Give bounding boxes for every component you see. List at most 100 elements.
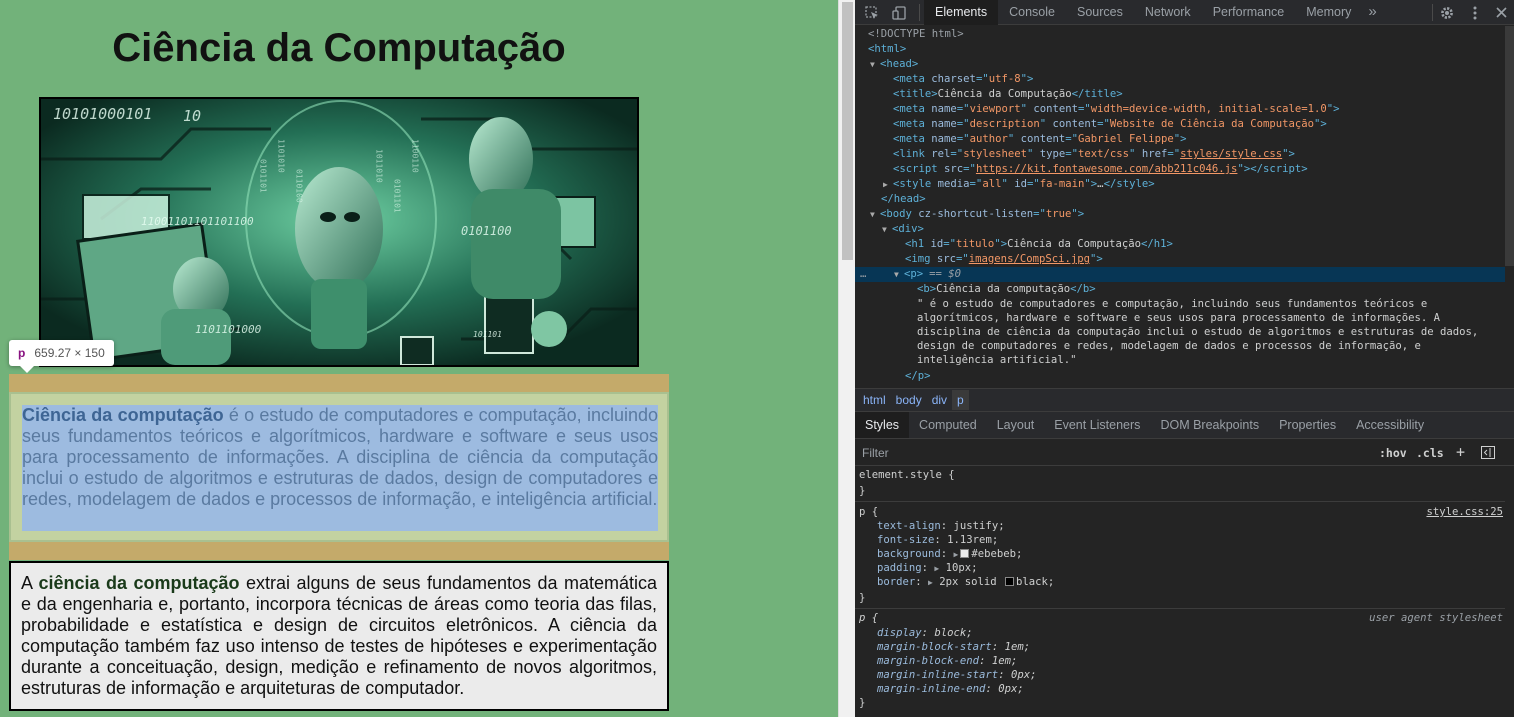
styles-rules: element.style { } p { style.css:25 text-… <box>855 467 1514 717</box>
dom-tree-scrollbar[interactable] <box>1505 26 1514 266</box>
expand-triangle-icon[interactable]: ▼ <box>882 222 892 237</box>
inspect-tooltip: p 659.27 × 150 <box>9 340 114 366</box>
img-src-link[interactable]: imagens/CompSci.jpg <box>969 253 1090 265</box>
expand-triangle-icon[interactable]: ▼ <box>870 207 880 222</box>
dom-line-head-close[interactable]: </head> <box>855 192 1505 207</box>
tooltip-dimensions: 659.27 × 150 <box>34 346 105 360</box>
breadcrumb-body[interactable]: body <box>891 390 927 410</box>
svg-text:1100110: 1100110 <box>411 139 420 173</box>
dom-line-b[interactable]: <b>Ciência da computação</b> <box>855 282 1505 297</box>
dom-line-h1[interactable]: <h1 id="titulo">Ciência da Computação</h… <box>855 237 1505 252</box>
color-swatch[interactable] <box>1005 577 1015 586</box>
decl-padding[interactable]: padding: ▶ 10px; <box>877 561 978 575</box>
dom-line-title[interactable]: <title>Ciência da Computação</title> <box>855 87 1505 102</box>
dom-line-html[interactable]: <html> <box>855 42 1505 57</box>
page-scrollbar-thumb[interactable] <box>842 2 853 260</box>
tab-layout[interactable]: Layout <box>987 412 1045 438</box>
close-icon[interactable] <box>1493 4 1510 21</box>
p-selector: p { <box>859 506 879 518</box>
tab-styles[interactable]: Styles <box>855 412 910 438</box>
tooltip-tag: p <box>18 346 26 360</box>
device-toolbar-icon[interactable] <box>890 4 907 21</box>
ellipsis-icon[interactable]: … <box>860 267 894 282</box>
dom-line-style[interactable]: ▶ <style media="all" id="fa-main">…</styl… <box>855 177 1505 192</box>
expand-triangle-icon[interactable]: ▼ <box>870 57 880 72</box>
tab-elements[interactable]: Elements <box>924 0 999 25</box>
decl-text-align[interactable]: text-align: justify; <box>877 519 1005 533</box>
script-link[interactable]: https://kit.fontawesome.com/abb211c046.j… <box>976 163 1238 175</box>
more-options-icon[interactable] <box>1466 4 1483 21</box>
expand-arrow-icon[interactable]: ▶ <box>934 564 939 573</box>
dom-line-text-4[interactable]: design de computadores e redes, modelage… <box>855 339 1505 353</box>
breadcrumb-p[interactable]: p <box>952 390 969 410</box>
dom-line-div[interactable]: ▼ <div> <box>855 222 1505 237</box>
breadcrumb-html[interactable]: html <box>858 390 891 410</box>
collapse-triangle-icon[interactable]: ▶ <box>883 177 893 192</box>
tab-console[interactable]: Console <box>998 0 1066 25</box>
expand-arrow-icon[interactable]: ▶ <box>928 578 933 587</box>
cls-button[interactable]: .cls <box>1416 446 1444 460</box>
page-scrollbar[interactable] <box>838 0 855 717</box>
rule-element-style[interactable]: element.style { } <box>855 467 1505 502</box>
settings-gear-icon[interactable] <box>1438 4 1455 21</box>
breadcrumb-div[interactable]: div <box>927 390 952 410</box>
styles-filter-input[interactable] <box>859 444 1369 462</box>
dom-line-img[interactable]: <img src="imagens/CompSci.jpg"> <box>855 252 1505 267</box>
paragraph-2-bold: ciência da computação <box>38 573 240 593</box>
tab-properties[interactable]: Properties <box>1269 412 1346 438</box>
svg-text:1011010: 1011010 <box>375 149 384 183</box>
dom-line-body[interactable]: ▼ <body cz-shortcut-listen="true"> <box>855 207 1505 222</box>
toolbar-divider-right <box>1432 4 1433 21</box>
dom-line-head[interactable]: ▼ <head> <box>855 57 1505 72</box>
color-swatch[interactable] <box>960 549 970 558</box>
dom-line-link[interactable]: <link rel="stylesheet" type="text/css" h… <box>855 147 1505 162</box>
dom-line-text-5[interactable]: inteligência artificial." <box>855 353 1505 367</box>
dom-line-meta-author[interactable]: <meta name="author" content="Gabriel Fel… <box>855 132 1505 147</box>
dom-line-p-close[interactable]: </p> <box>855 369 1505 384</box>
dom-tree[interactable]: <!DOCTYPE html> <html> ▼ <head> <meta cha… <box>855 26 1514 388</box>
dom-line-meta-viewport[interactable]: <meta name="viewport" content="width=dev… <box>855 102 1505 117</box>
toolbar-divider <box>919 4 920 21</box>
dom-line-text-2[interactable]: algorítmicos, hardware e software e seus… <box>855 311 1505 325</box>
ua-decl-margin-block-start: margin-block-start: 1em; <box>877 641 1031 653</box>
doctype-text: <!DOCTYPE html> <box>868 28 964 40</box>
margin-highlight-bottom <box>9 542 669 560</box>
dom-line-text-3[interactable]: disciplina de ciência da computação incl… <box>855 325 1505 339</box>
decl-background[interactable]: background: ▶ #ebebeb; <box>877 547 1022 561</box>
decl-font-size[interactable]: font-size: 1.13rem; <box>877 533 998 547</box>
expand-arrow-icon[interactable]: ▶ <box>954 550 959 559</box>
hero-binary-6: 101101 <box>473 330 502 339</box>
rule-p-stylesheet[interactable]: p { style.css:25 text-align: justify; fo… <box>855 503 1505 609</box>
tab-performance[interactable]: Performance <box>1202 0 1296 25</box>
dom-line-doctype[interactable]: <!DOCTYPE html> <box>855 27 1505 42</box>
tab-dom-breakpoints[interactable]: DOM Breakpoints <box>1150 412 1269 438</box>
hero-binary-5: 1101101000 <box>195 323 262 336</box>
more-tabs-button[interactable]: » <box>1362 0 1382 25</box>
tab-network[interactable]: Network <box>1134 0 1202 25</box>
dom-line-meta-description[interactable]: <meta name="description" content="Websit… <box>855 117 1505 132</box>
paragraph-1-bold: Ciência da computação <box>22 405 224 425</box>
inspect-element-icon[interactable] <box>863 4 880 21</box>
dom-line-p-selected[interactable]: … ▼ <p> == $0 <box>855 267 1505 282</box>
paragraph-2-box: A ciência da computação extrai alguns de… <box>9 561 669 711</box>
tab-accessibility[interactable]: Accessibility <box>1346 412 1434 438</box>
hov-button[interactable]: :hov <box>1379 446 1407 460</box>
highlighted-paragraph[interactable]: Ciência da computação é o estudo de comp… <box>9 392 669 542</box>
tab-sources[interactable]: Sources <box>1066 0 1134 25</box>
stylesheet-link[interactable]: styles/style.css <box>1180 148 1282 160</box>
expand-triangle-icon[interactable]: ▼ <box>894 267 904 282</box>
tab-memory[interactable]: Memory <box>1295 0 1362 25</box>
ua-decl-margin-block-end: margin-block-end: 1em; <box>877 655 1018 667</box>
dom-line-script[interactable]: <script src="https://kit.fontawesome.com… <box>855 162 1505 177</box>
hero-binary-1: 10101000101 <box>53 105 152 123</box>
stylesheet-source-link[interactable]: style.css:25 <box>1426 505 1503 519</box>
tab-event-listeners[interactable]: Event Listeners <box>1044 412 1150 438</box>
add-rule-plus-icon[interactable]: + <box>1456 443 1465 461</box>
dom-line-text-1[interactable]: " é o estudo de computadores e computaçã… <box>855 297 1505 311</box>
rule-close-brace: } <box>859 592 866 604</box>
rule-p-user-agent[interactable]: p { user agent stylesheet display: block… <box>855 610 1505 717</box>
decl-border[interactable]: border: ▶ 2px solid black; <box>877 575 1054 589</box>
toggle-sidebar-icon[interactable] <box>1481 446 1495 462</box>
tab-computed[interactable]: Computed <box>909 412 987 438</box>
dom-line-meta-charset[interactable]: <meta charset="utf-8"> <box>855 72 1505 87</box>
